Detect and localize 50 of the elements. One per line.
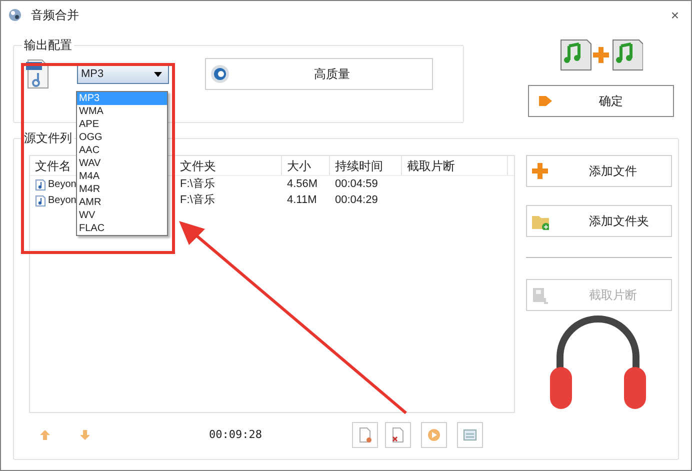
table-cell-text: 00:04:29: [335, 193, 378, 208]
window-title: 音频合并: [31, 7, 79, 24]
group-title: 输出配置: [22, 36, 74, 54]
column-header[interactable]: 持续时间: [335, 156, 383, 174]
toolbar-button[interactable]: [456, 422, 483, 448]
table-cell-text: 4.11M: [287, 193, 317, 208]
doc-delete-icon: [356, 427, 373, 443]
table-cell-text: 00:04:59: [335, 177, 378, 192]
format-option[interactable]: M4R: [77, 183, 167, 196]
table-cell-text: F:\音乐: [180, 176, 215, 192]
gear-icon: [210, 64, 230, 84]
caret-icon: [154, 72, 162, 76]
down-arrow-icon: [79, 429, 91, 441]
confirm-button[interactable]: 确定: [528, 85, 674, 117]
format-option[interactable]: APE: [77, 118, 167, 131]
format-option[interactable]: WAV: [77, 157, 167, 170]
arrow-icon: [537, 93, 553, 109]
column-header[interactable]: 大小: [287, 156, 311, 174]
up-arrow-icon: [39, 429, 51, 441]
side-button[interactable]: 添加文件: [526, 155, 672, 187]
group-title: 源文件列: [22, 129, 74, 147]
table-cell-text: 4.56M: [287, 177, 318, 192]
column-header[interactable]: 文件名: [35, 156, 71, 174]
format-option[interactable]: AAC: [77, 144, 167, 157]
mp3-file-icon: [26, 59, 50, 89]
doc-remove-icon: [390, 427, 406, 443]
toolbar-button[interactable]: [384, 422, 411, 448]
table-cell-text: Beyon: [48, 194, 76, 208]
total-duration: 00:09:28: [209, 426, 262, 443]
side-button[interactable]: 添加文件夹: [526, 205, 672, 237]
plus-icon: [531, 162, 549, 180]
format-option[interactable]: FLAC: [77, 222, 167, 235]
window-icon: [462, 427, 478, 443]
format-option[interactable]: AMR: [77, 196, 167, 209]
table-cell-text: F:\音乐: [180, 192, 215, 208]
format-option[interactable]: WV: [77, 209, 167, 222]
column-header[interactable]: 截取片断: [407, 156, 455, 174]
table-cell-text: Beyon: [48, 178, 76, 192]
audio-file-icon: [35, 178, 46, 190]
format-option[interactable]: M4A: [77, 170, 167, 183]
play-icon: [426, 427, 442, 443]
column-header[interactable]: 文件夹: [180, 156, 216, 174]
app-icon: [7, 7, 23, 23]
audio-file-icon: [35, 194, 46, 206]
toolbar-button[interactable]: [352, 422, 378, 448]
quality-button[interactable]: 高质量: [205, 58, 433, 90]
toolbar-button[interactable]: [420, 422, 447, 448]
format-option[interactable]: WMA: [77, 105, 167, 118]
close-button[interactable]: ×: [670, 4, 679, 26]
format-option[interactable]: OGG: [77, 131, 167, 144]
